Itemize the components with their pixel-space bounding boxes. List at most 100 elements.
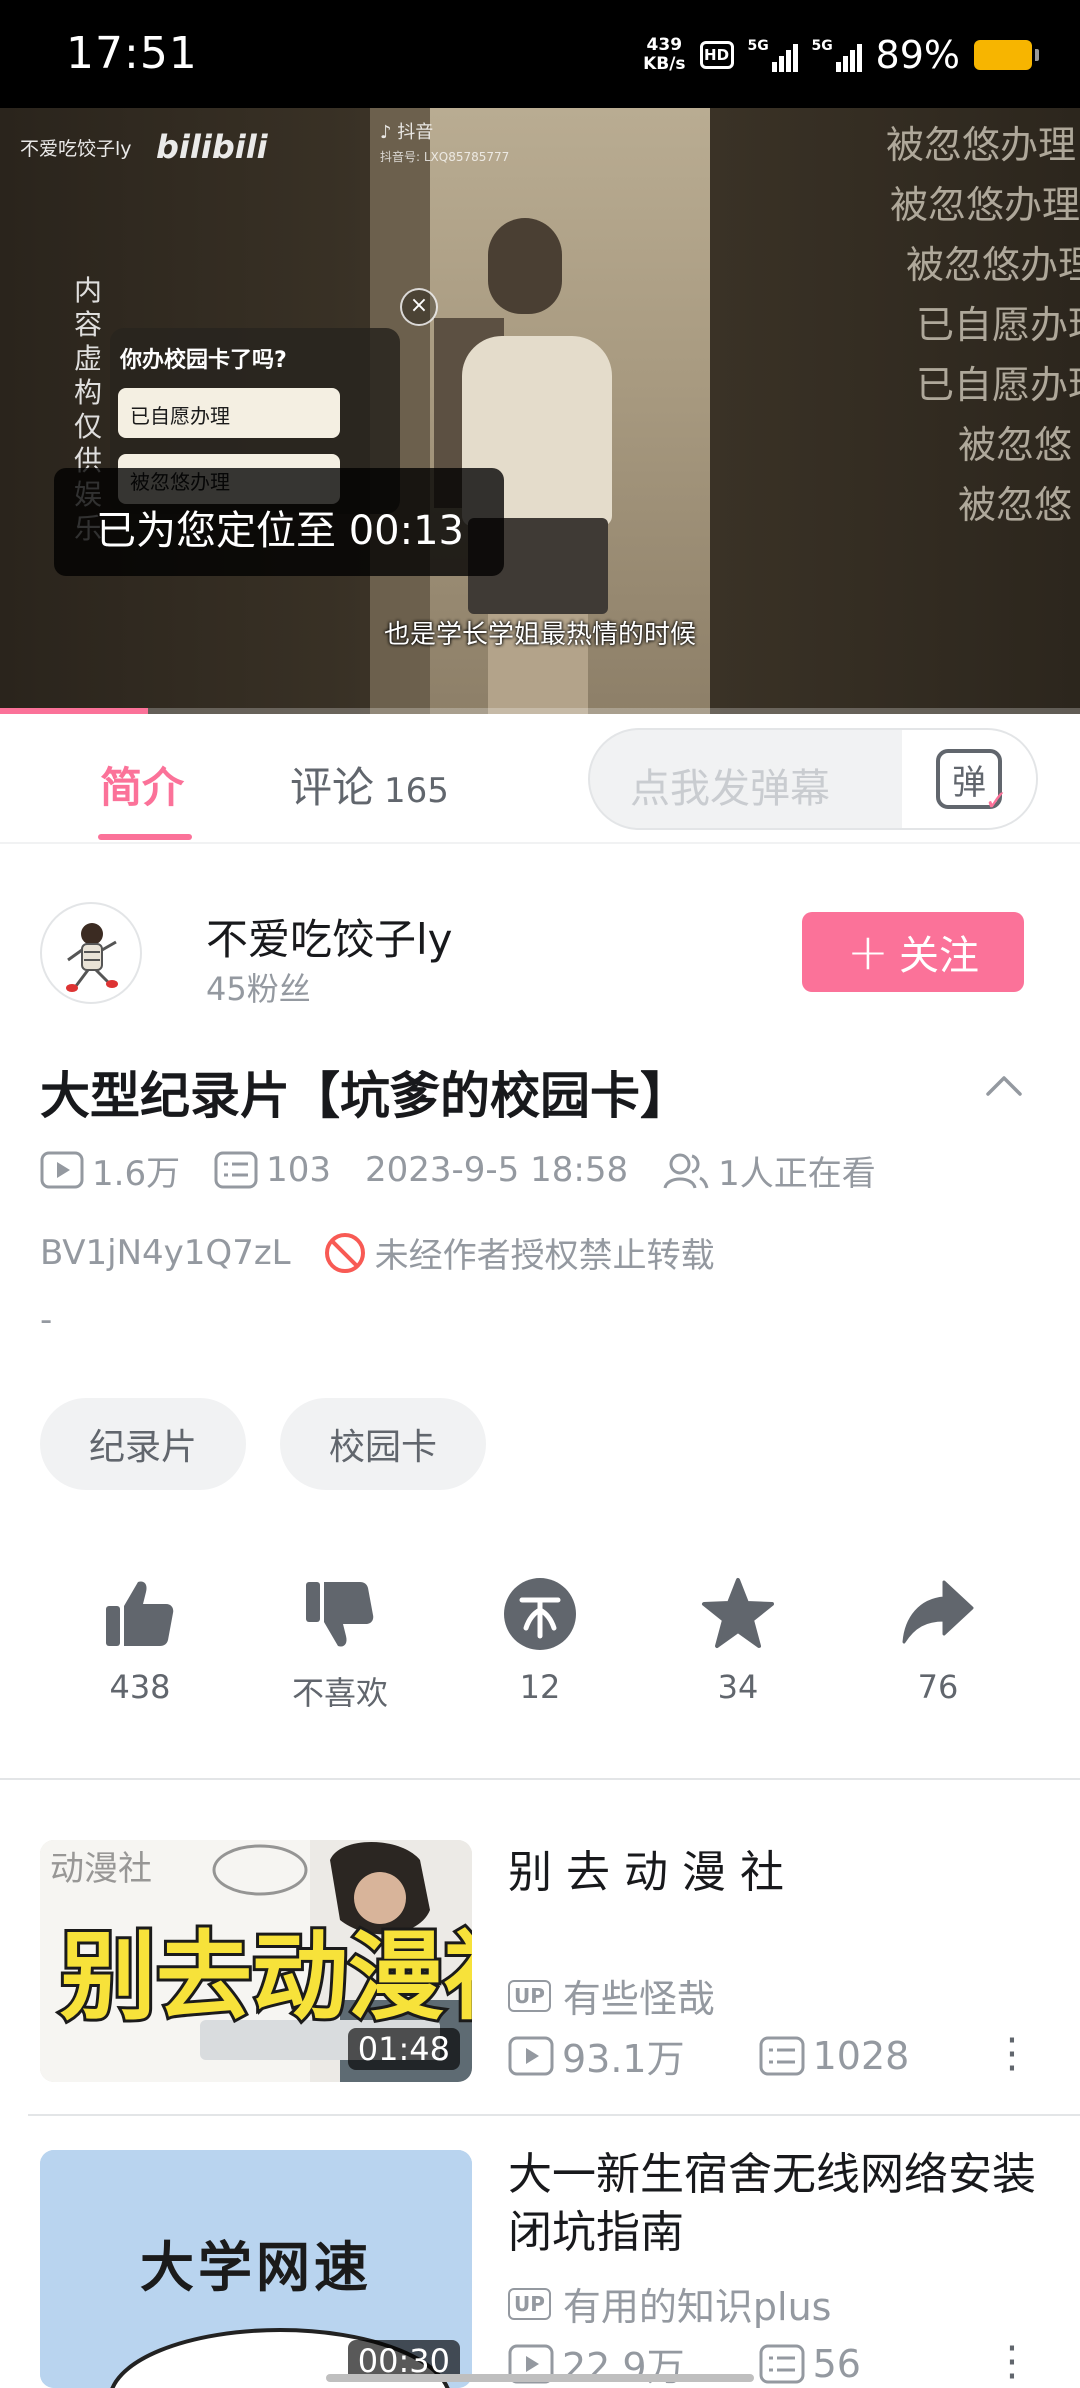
recommendation-danmaku: 1028 bbox=[812, 2033, 910, 2078]
tag-chip[interactable]: 纪录片 bbox=[40, 1398, 246, 1490]
danmaku-item: 已自愿办理 bbox=[916, 363, 1080, 407]
video-thumbnail[interactable]: 大学网速 00:30 bbox=[40, 2150, 472, 2388]
danmaku-count-value: 103 bbox=[266, 1150, 331, 1190]
danmaku-item: 被忽悠 bbox=[958, 483, 1073, 527]
dislike-button[interactable]: 不喜欢 bbox=[270, 1576, 410, 1714]
follow-button[interactable]: + 关注 bbox=[802, 912, 1024, 992]
favorite-count: 34 bbox=[717, 1668, 759, 1706]
recommendation-stats: 93.1万 1028 bbox=[508, 2028, 909, 2083]
network-speed-value: 439 bbox=[646, 35, 683, 55]
bilibili-logo: bilibili bbox=[156, 128, 268, 166]
share-button[interactable]: 76 bbox=[868, 1576, 1008, 1706]
uploader-fans: 45粉丝 bbox=[206, 970, 311, 1008]
avatar[interactable] bbox=[40, 902, 142, 1004]
recommendation-danmaku: 56 bbox=[812, 2341, 861, 2386]
douyin-id: 抖音号: LXQ85785777 bbox=[380, 150, 510, 164]
douyin-logo-text: 抖音 bbox=[397, 122, 434, 143]
danmaku-item: 被忽悠办理 bbox=[906, 243, 1080, 287]
video-thumbnail[interactable]: 动漫社 别去动漫社 01:48 bbox=[40, 1840, 472, 2082]
tag-chip[interactable]: 校园卡 bbox=[280, 1398, 486, 1490]
recommendation-uploader-name: 有些怪哉 bbox=[562, 1977, 715, 2021]
tab-comments-label: 评论 bbox=[290, 763, 375, 812]
recommendation-uploader[interactable]: UP 有些怪哉 bbox=[508, 1968, 715, 2023]
hd-voice-icon: HD bbox=[699, 41, 734, 69]
danmaku-item: 已自愿办理 bbox=[916, 303, 1080, 347]
view-count: 1.6万 bbox=[40, 1146, 180, 1195]
video-description: - bbox=[40, 1300, 53, 1340]
star-icon bbox=[702, 1578, 774, 1648]
comment-count: 165 bbox=[384, 771, 449, 811]
sim2-network-type: 5G bbox=[811, 38, 833, 54]
uploader-name[interactable]: 不爱吃饺子ly bbox=[206, 906, 453, 967]
view-count-value: 1.6万 bbox=[92, 1153, 181, 1194]
recommendation-card[interactable]: 动漫社 别去动漫社 01:48 别 去 动 漫 社 UP 有些怪哉 93.1万 … bbox=[0, 1840, 1080, 2100]
close-icon[interactable]: × bbox=[400, 288, 438, 326]
video-duration: 01:48 bbox=[347, 2028, 460, 2070]
danmaku-count-icon bbox=[759, 2036, 805, 2075]
dislike-label: 不喜欢 bbox=[291, 1674, 388, 1712]
network-speed-unit: KB/s bbox=[643, 54, 686, 74]
vote-option[interactable]: 已自愿办理 bbox=[118, 388, 340, 438]
bvid[interactable]: BV1jN4y1Q7zL bbox=[40, 1233, 291, 1273]
like-count: 438 bbox=[109, 1668, 171, 1706]
watching-now: 1人正在看 bbox=[662, 1146, 876, 1195]
person-head bbox=[488, 218, 562, 314]
seek-toast: 已为您定位至 00:13 bbox=[54, 468, 504, 576]
recommendation-card[interactable]: 大学网速 00:30 大一新生宿舍无线网络安装 闭坑指南 UP 有用的知识plu… bbox=[0, 2149, 1080, 2388]
vote-question: 你办校园卡了吗? bbox=[120, 348, 287, 373]
video-subtitle: 也是学长学姐最热情的时候 bbox=[383, 620, 696, 650]
more-options-icon[interactable]: · · · bbox=[1004, 2021, 1020, 2089]
thumbs-down-icon bbox=[306, 1582, 374, 1647]
danmaku-item: 被忽悠办理 bbox=[886, 123, 1077, 167]
tab-indicator bbox=[98, 834, 192, 840]
publish-date: 2023-9-5 18:58 bbox=[364, 1150, 629, 1190]
tab-comments[interactable]: 评论 165 bbox=[290, 754, 449, 815]
coin-count: 12 bbox=[519, 1668, 561, 1706]
copyright-notice: 未经作者授权禁止转载 bbox=[374, 1236, 715, 1276]
home-indicator[interactable] bbox=[326, 2374, 754, 2382]
recommendation-views: 93.1万 bbox=[562, 2037, 685, 2081]
status-icons: 439 KB/s HD 5G 5G 89% bbox=[643, 30, 1039, 80]
danmaku-toggle-button[interactable]: 弹 bbox=[902, 730, 1036, 828]
battery-percent: 89% bbox=[875, 33, 960, 77]
play-count-icon bbox=[508, 2036, 554, 2075]
douyin-logo: ♪ 抖音 bbox=[380, 122, 434, 143]
danmaku-item: 被忽悠办理 bbox=[890, 183, 1080, 227]
section-divider bbox=[0, 1778, 1080, 1780]
coin-icon bbox=[504, 1578, 576, 1650]
signal-icon-sim1: 5G bbox=[748, 38, 798, 72]
up-icon: UP bbox=[508, 1979, 551, 2012]
thumbs-up-icon bbox=[106, 1581, 174, 1646]
list-divider bbox=[28, 2114, 1080, 2116]
like-button[interactable]: 438 bbox=[70, 1576, 210, 1706]
recommendation-title[interactable]: 别 去 动 漫 社 bbox=[508, 1844, 1038, 1902]
danmaku-count: 103 bbox=[214, 1150, 331, 1190]
favorite-button[interactable]: 34 bbox=[668, 1576, 808, 1706]
clock: 17:51 bbox=[66, 28, 198, 79]
more-options-icon[interactable]: · · · bbox=[1004, 2329, 1020, 2388]
play-count-icon bbox=[40, 1151, 84, 1189]
thumbnail-caption: 大学网速 bbox=[140, 2236, 372, 2299]
watching-icon bbox=[663, 1153, 709, 1189]
video-title: 大型纪录片【坑爹的校园卡】 bbox=[40, 1067, 690, 1125]
danmaku-icon: 弹 bbox=[936, 749, 1008, 817]
watching-now-value: 1人正在看 bbox=[718, 1153, 876, 1194]
no-repost-icon bbox=[324, 1232, 365, 1273]
follow-label: 关注 bbox=[898, 933, 979, 979]
tab-intro[interactable]: 简介 bbox=[100, 754, 184, 815]
recommendation-uploader-name: 有用的知识plus bbox=[562, 2285, 832, 2329]
network-speed: 439 KB/s bbox=[643, 36, 685, 74]
recommendation-title[interactable]: 大一新生宿舍无线网络安装 闭坑指南 bbox=[508, 2146, 1038, 2262]
video-player[interactable]: 不爱吃饺子ly bilibili ♪ 抖音 抖音号: LXQ85785777 内… bbox=[0, 108, 1080, 714]
share-count: 76 bbox=[917, 1668, 959, 1706]
battery-icon bbox=[974, 40, 1039, 70]
recommendation-uploader[interactable]: UP 有用的知识plus bbox=[508, 2276, 831, 2331]
coin-button[interactable]: 12 bbox=[470, 1576, 610, 1706]
chevron-up-icon[interactable] bbox=[984, 1066, 1024, 1106]
danmaku-input[interactable]: 点我发弹幕 弹 bbox=[588, 728, 1038, 830]
tabs-bar: 简介 评论 165 点我发弹幕 弹 bbox=[0, 714, 1080, 844]
video-meta: 1.6万 103 2023-9-5 18:58 1人正在看 bbox=[40, 1146, 910, 1195]
uploader-watermark: 不爱吃饺子ly bbox=[20, 138, 132, 160]
plus-icon: + bbox=[847, 923, 889, 981]
danmaku-count-icon bbox=[759, 2344, 805, 2383]
